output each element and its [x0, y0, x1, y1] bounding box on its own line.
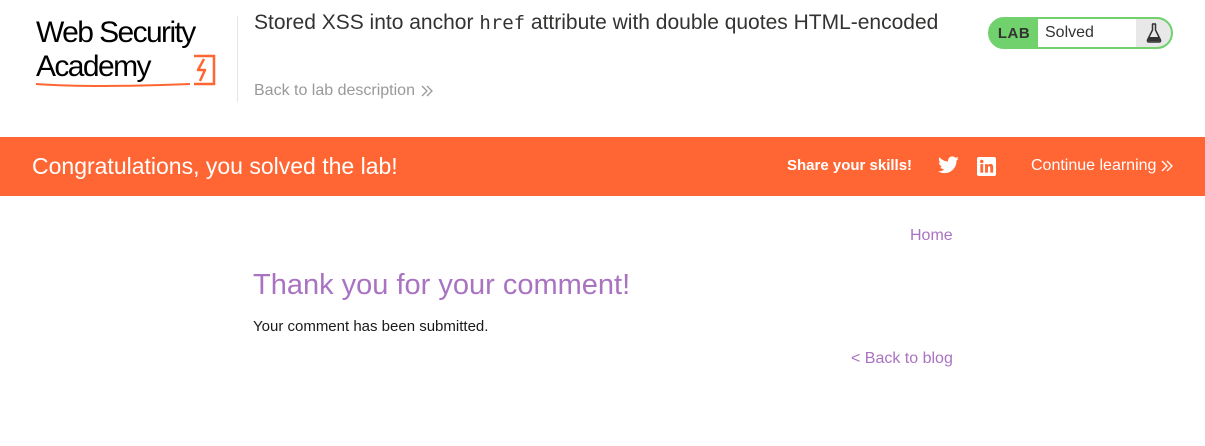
home-link[interactable]: Home — [910, 227, 953, 245]
share-skills-label: Share your skills! — [787, 157, 913, 174]
lab-header: Web Security Academy Stored XSS into anc… — [0, 0, 1205, 137]
back-to-lab-description-link[interactable]: Back to lab description — [254, 82, 433, 100]
comment-submitted-message: Your comment has been submitted. — [253, 318, 489, 335]
logo-lightning-icon — [35, 54, 216, 87]
continue-learning-link[interactable]: Continue learning — [1031, 157, 1174, 175]
web-security-academy-logo[interactable]: Web Security Academy — [34, 14, 234, 90]
header-divider — [237, 16, 238, 102]
lab-title-text: Stored XSS into anchor — [254, 11, 480, 34]
lab-status-text: Solved — [1038, 19, 1136, 47]
lab-title-code: href — [479, 12, 526, 34]
double-chevron-right-icon — [421, 85, 433, 97]
lab-title: Stored XSS into anchor href attribute wi… — [254, 10, 964, 36]
back-to-lab-description-label: Back to lab description — [254, 82, 415, 99]
solved-banner: Congratulations, you solved the lab! Sha… — [0, 137, 1205, 196]
lab-title-text-end: attribute with double quotes HTML-encode… — [525, 11, 939, 34]
page-title: Thank you for your comment! — [253, 269, 631, 301]
congratulations-message: Congratulations, you solved the lab! — [32, 153, 398, 179]
lab-badge-label: LAB — [997, 24, 1031, 42]
double-chevron-right-icon — [1161, 160, 1174, 172]
lab-status-badge: LAB Solved — [988, 17, 1173, 49]
continue-learning-label: Continue learning — [1031, 157, 1157, 174]
flask-icon — [1136, 19, 1171, 47]
twitter-icon[interactable] — [938, 156, 959, 179]
linkedin-icon[interactable] — [977, 157, 996, 181]
back-to-blog-link[interactable]: < Back to blog — [851, 350, 953, 368]
